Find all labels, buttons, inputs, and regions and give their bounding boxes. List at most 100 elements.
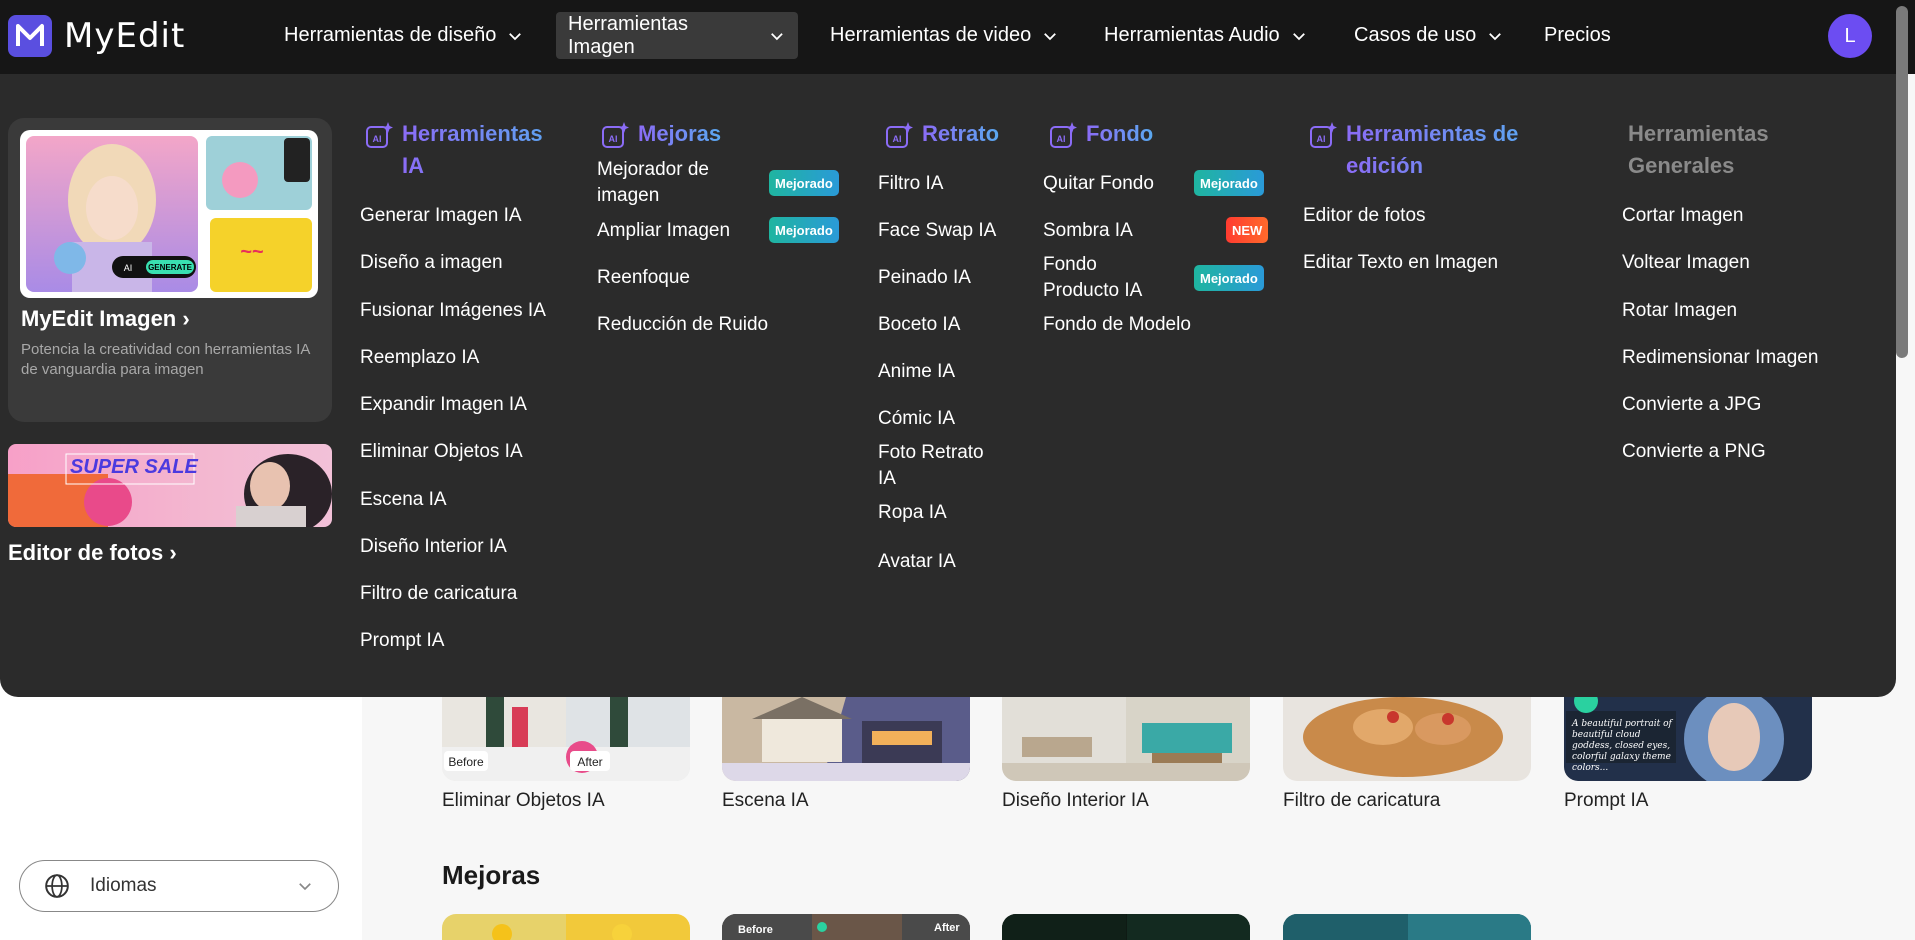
thumb-eliminar-objetos[interactable]: Before After bbox=[442, 697, 690, 781]
nav-herramientas-video[interactable]: Herramientas de video bbox=[818, 12, 1071, 59]
menu-item-fusionar-imagenes[interactable]: Fusionar Imágenes IA bbox=[360, 298, 546, 324]
nav-herramientas-diseno[interactable]: Herramientas de diseño bbox=[272, 12, 536, 59]
thumb-escena[interactable] bbox=[722, 697, 970, 781]
section-title: Mejoras bbox=[442, 860, 541, 890]
menu-item-editar-texto[interactable]: Editar Texto en Imagen bbox=[1303, 250, 1498, 276]
menu-item-fondo-producto[interactable]: Fondo Producto IA bbox=[1043, 252, 1163, 304]
nav-label: Herramientas Audio bbox=[1104, 24, 1280, 46]
svg-text:AI: AI bbox=[373, 134, 382, 144]
chevron-down-icon bbox=[1044, 32, 1057, 40]
thumb-label[interactable]: Prompt IA bbox=[1564, 790, 1648, 812]
menu-item-prompt-ia[interactable]: Prompt IA bbox=[360, 628, 444, 654]
page-scrollbar[interactable] bbox=[1896, 6, 1908, 358]
promo-editor-title[interactable]: Editor de fotos › bbox=[8, 540, 177, 566]
thumb-diseno-interior[interactable] bbox=[1002, 697, 1250, 781]
avatar[interactable]: L bbox=[1828, 14, 1872, 58]
promo-collage: GENERATE AI ~~ bbox=[26, 136, 312, 292]
column-heading-retrato: AI Retrato bbox=[884, 118, 999, 150]
promo-card-myedit-imagen[interactable]: GENERATE AI ~~ MyEdit Imagen › Potencia … bbox=[8, 118, 332, 422]
app-name[interactable]: MyEdit bbox=[64, 16, 185, 56]
menu-item-anime-ia[interactable]: Anime IA bbox=[878, 359, 955, 385]
nav-herramientas-audio[interactable]: Herramientas Audio bbox=[1092, 12, 1320, 59]
menu-item-generar-imagen-ia[interactable]: Generar Imagen IA bbox=[360, 203, 522, 229]
menu-item-voltear-imagen[interactable]: Voltear Imagen bbox=[1622, 250, 1750, 276]
ai-sparkle-icon: AI bbox=[366, 122, 393, 148]
ai-sparkle-icon: AI bbox=[1050, 122, 1077, 148]
column-heading-fondo: AI Fondo bbox=[1048, 118, 1153, 150]
language-select[interactable]: Idiomas bbox=[19, 860, 339, 912]
thumb-label[interactable]: Diseño Interior IA bbox=[1002, 790, 1149, 812]
menu-item-escena-ia[interactable]: Escena IA bbox=[360, 487, 447, 513]
promo-title[interactable]: MyEdit Imagen › bbox=[21, 306, 190, 332]
menu-item-reenfoque[interactable]: Reenfoque bbox=[597, 265, 690, 291]
menu-item-face-swap[interactable]: Face Swap IA bbox=[878, 218, 996, 244]
menu-item-boceto-ia[interactable]: Boceto IA bbox=[878, 312, 960, 338]
banner-text: SUPER SALE bbox=[70, 456, 198, 478]
thumb-image bbox=[722, 697, 970, 781]
promo-banner-editor[interactable]: SUPER SALE bbox=[8, 444, 332, 527]
menu-item-filtro-caricatura[interactable]: Filtro de caricatura bbox=[360, 581, 517, 607]
menu-item-filtro-ia[interactable]: Filtro IA bbox=[878, 171, 943, 197]
menu-item-editor-fotos[interactable]: Editor de fotos bbox=[1303, 203, 1426, 229]
menu-item-comic-ia[interactable]: Cómic IA bbox=[878, 406, 955, 432]
nav-label: Casos de uso bbox=[1354, 24, 1477, 46]
menu-item-ampliar-imagen[interactable]: Ampliar Imagen bbox=[597, 218, 730, 244]
menu-item-redimensionar[interactable]: Redimensionar Imagen bbox=[1622, 345, 1818, 371]
thumb-label[interactable]: Filtro de caricatura bbox=[1283, 790, 1440, 812]
nav-label: Herramientas Imagen bbox=[568, 12, 689, 58]
menu-item-foto-retrato[interactable]: Foto Retrato IA bbox=[878, 440, 998, 492]
nav-herramientas-imagen[interactable]: Herramientas Imagen bbox=[556, 12, 798, 59]
thumb-row2-1[interactable] bbox=[442, 914, 690, 940]
thumb-image bbox=[1283, 914, 1531, 940]
menu-item-eliminar-objetos[interactable]: Eliminar Objetos IA bbox=[360, 439, 523, 465]
menu-item-diseno-a-imagen[interactable]: Diseño a imagen bbox=[360, 250, 503, 276]
chevron-down-icon bbox=[509, 32, 522, 40]
nav-precios[interactable]: Precios bbox=[1532, 12, 1623, 59]
thumb-label[interactable]: Eliminar Objetos IA bbox=[442, 790, 605, 812]
menu-item-diseno-interior[interactable]: Diseño Interior IA bbox=[360, 534, 507, 560]
top-navbar: MyEdit Herramientas de diseño Herramient… bbox=[0, 0, 1915, 74]
menu-item-convierte-png[interactable]: Convierte a PNG bbox=[1622, 439, 1766, 465]
thumb-row2-2[interactable]: Before After bbox=[722, 914, 970, 940]
menu-item-sombra-ia[interactable]: Sombra IA bbox=[1043, 218, 1133, 244]
menu-item-reduccion-ruido[interactable]: Reducción de Ruido bbox=[597, 312, 768, 338]
column-heading-edicion: AI Herramientas de edición bbox=[1308, 118, 1538, 182]
thumb-row2-3[interactable] bbox=[1002, 914, 1250, 940]
menu-item-peinado-ia[interactable]: Peinado IA bbox=[878, 265, 971, 291]
globe-icon bbox=[45, 874, 69, 898]
menu-item-quitar-fondo[interactable]: Quitar Fondo bbox=[1043, 171, 1154, 197]
chevron-down-icon bbox=[299, 883, 311, 891]
column-heading-mejoras: AI Mejoras bbox=[600, 118, 721, 150]
menu-item-rotar-imagen[interactable]: Rotar Imagen bbox=[1622, 298, 1737, 324]
column-title: Fondo bbox=[1086, 118, 1153, 150]
badge-improved: Mejorado bbox=[1194, 265, 1264, 291]
chevron-down-icon bbox=[1489, 32, 1502, 40]
badge-new: NEW bbox=[1226, 217, 1269, 243]
thumb-filtro-caricatura[interactable] bbox=[1283, 697, 1531, 781]
nav-label: Herramientas de diseño bbox=[284, 24, 497, 46]
svg-text:AI: AI bbox=[609, 134, 618, 144]
svg-text:AI: AI bbox=[1317, 134, 1326, 144]
myedit-logo-icon[interactable] bbox=[8, 15, 52, 57]
menu-item-mejorador-imagen[interactable]: Mejorador de imagen bbox=[597, 157, 747, 209]
badge-improved: Mejorado bbox=[769, 170, 839, 196]
svg-text:AI: AI bbox=[893, 134, 902, 144]
thumb-label[interactable]: Escena IA bbox=[722, 790, 809, 812]
column-title: Herramientas de edición bbox=[1346, 118, 1538, 182]
thumb-prompt[interactable]: A beautiful portrait of beautiful cloud … bbox=[1564, 697, 1812, 781]
svg-text:~~: ~~ bbox=[240, 241, 264, 263]
svg-text:AI: AI bbox=[1057, 134, 1066, 144]
menu-item-convierte-jpg[interactable]: Convierte a JPG bbox=[1622, 392, 1761, 418]
menu-item-ropa-ia[interactable]: Ropa IA bbox=[878, 500, 947, 526]
ai-sparkle-icon: AI bbox=[602, 122, 629, 148]
thumb-image bbox=[1002, 697, 1250, 781]
menu-item-expandir-imagen[interactable]: Expandir Imagen IA bbox=[360, 392, 527, 418]
badge-improved: Mejorado bbox=[1194, 170, 1264, 196]
column-title: Retrato bbox=[922, 118, 999, 150]
menu-item-reemplazo-ia[interactable]: Reemplazo IA bbox=[360, 345, 479, 371]
menu-item-fondo-modelo[interactable]: Fondo de Modelo bbox=[1043, 312, 1191, 338]
menu-item-avatar-ia[interactable]: Avatar IA bbox=[878, 549, 956, 575]
thumb-row2-4[interactable] bbox=[1283, 914, 1531, 940]
menu-item-cortar-imagen[interactable]: Cortar Imagen bbox=[1622, 203, 1743, 229]
nav-casos-de-uso[interactable]: Casos de uso bbox=[1342, 12, 1516, 59]
